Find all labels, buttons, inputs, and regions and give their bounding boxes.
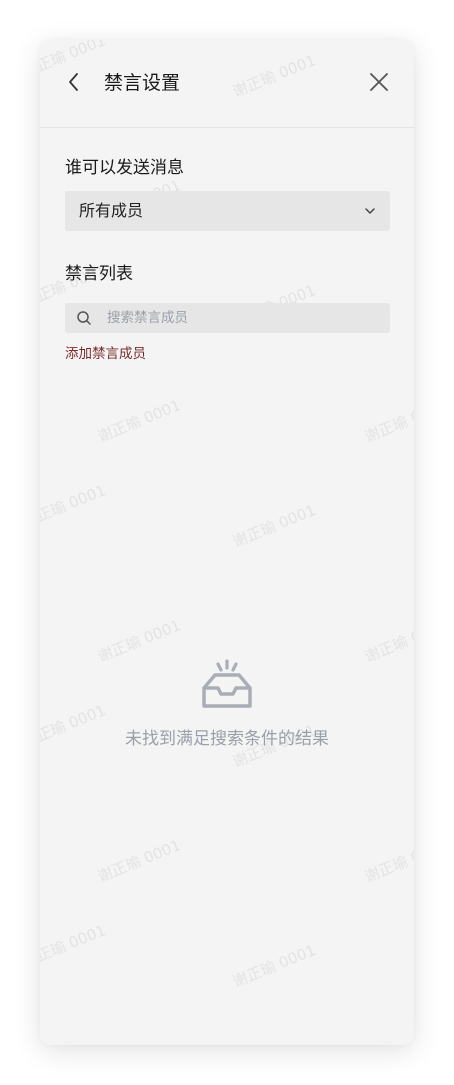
back-button[interactable] [62,70,86,94]
empty-inbox-icon [202,659,252,708]
mute-list-label: 禁言列表 [65,264,133,284]
watermark: 谢正瑜 0001 [95,836,184,886]
close-button[interactable] [368,71,390,93]
watermark: 谢正瑜 0001 [40,921,109,971]
close-icon [370,73,388,91]
panel-header: 禁言设置 [40,40,414,128]
watermark: 谢正瑜 0001 [230,941,319,991]
mute-search-box [65,303,390,333]
watermark: 谢正瑜 0001 [95,396,184,446]
mute-settings-panel: 谢正瑜 0001 谢正瑜 0001 谢正瑜 0001 谢正瑜 0001 谢正瑜 … [40,40,414,1045]
page-title: 禁言设置 [104,72,181,94]
watermark: 谢正瑜 0001 [95,616,184,666]
send-permission-select[interactable]: 所有成员 [65,191,390,231]
add-muted-member-link[interactable]: 添加禁言成员 [65,345,146,363]
mute-search-input[interactable] [107,303,377,333]
watermark: 谢正瑜 0001 [362,396,414,446]
chevron-down-icon [365,208,375,214]
send-permission-label: 谁可以发送消息 [65,158,184,178]
search-icon [77,311,91,325]
send-permission-value: 所有成员 [79,201,144,220]
chevron-left-icon [69,73,78,91]
watermark: 谢正瑜 0001 [362,836,414,886]
empty-state-text: 未找到满足搜索条件的结果 [125,729,329,749]
watermark: 谢正瑜 0001 [230,501,319,551]
watermark: 谢正瑜 0001 [40,481,109,531]
watermark: 谢正瑜 0001 [362,616,414,666]
